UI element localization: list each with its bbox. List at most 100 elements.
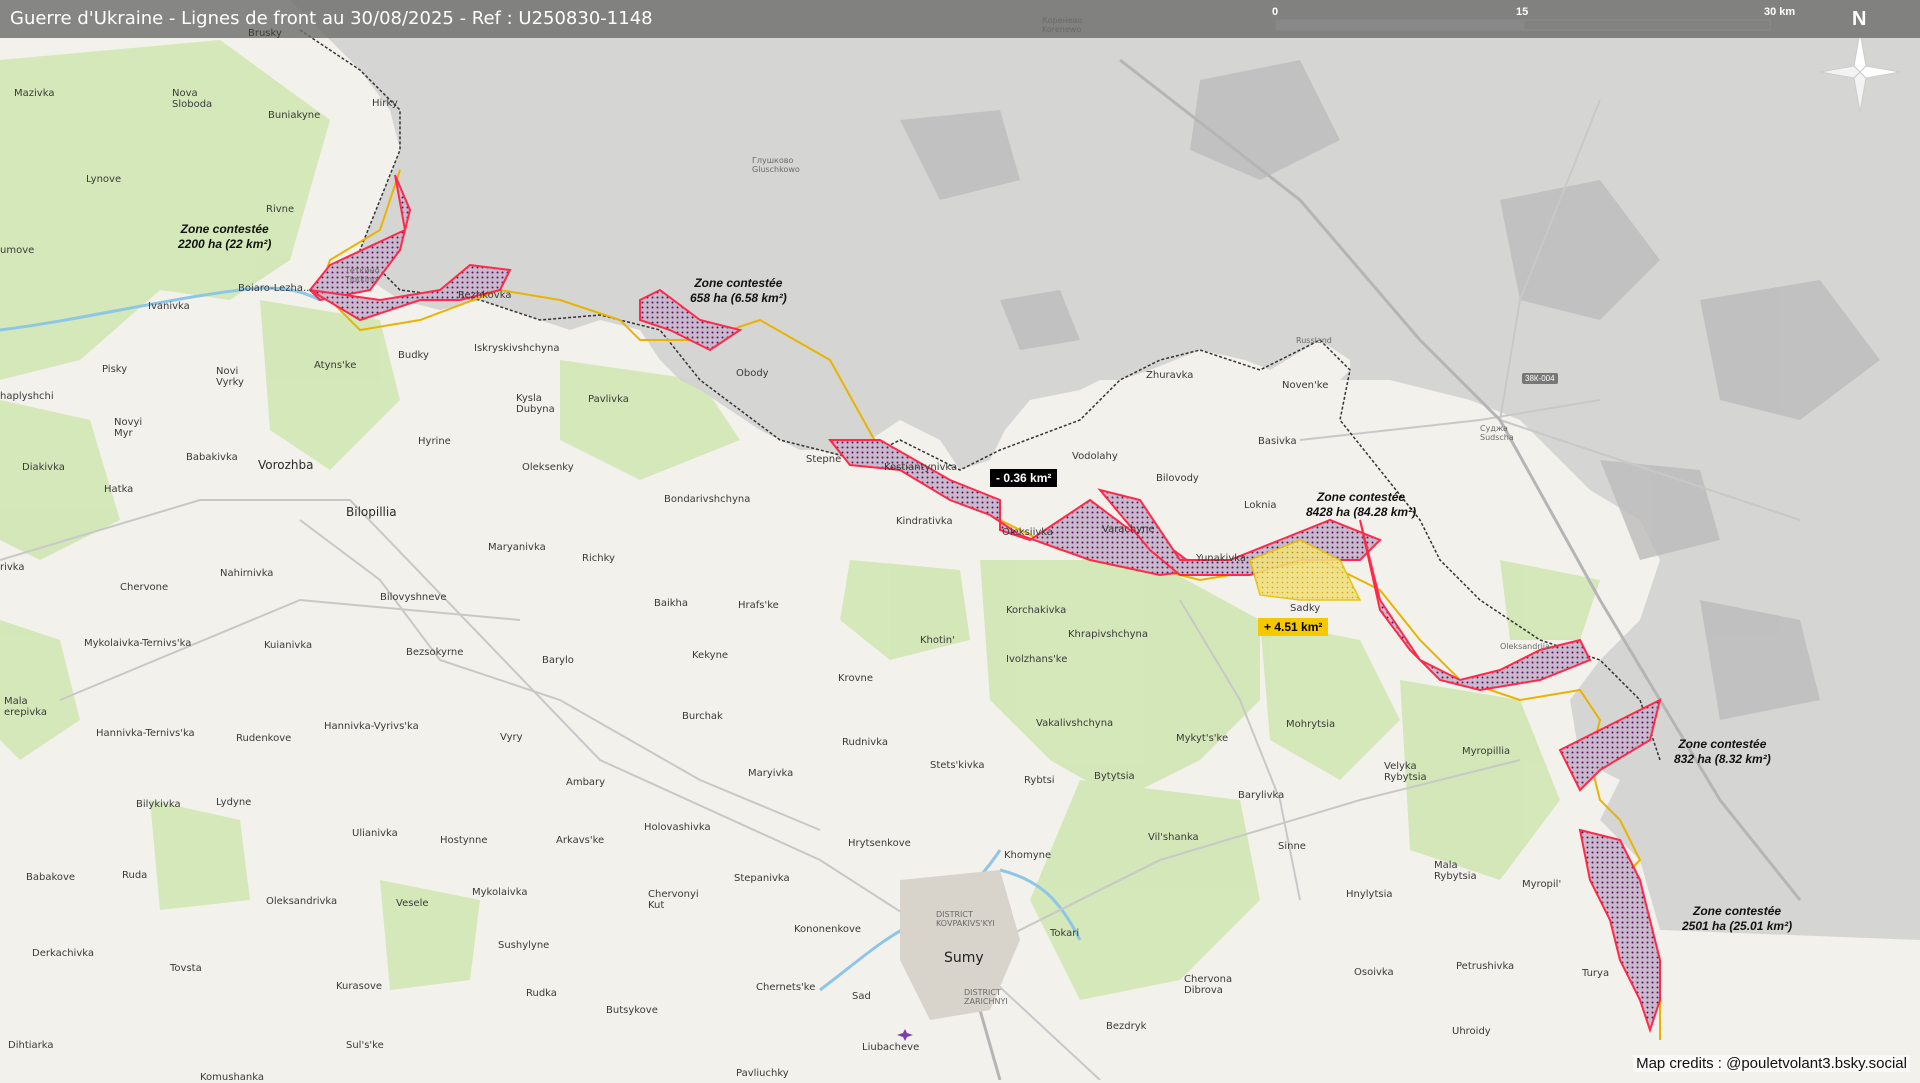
- place-mala-pereshchepivka: Mala erepivka: [4, 696, 47, 718]
- place-ivolzhans-ke: Ivolzhans'ke: [1006, 654, 1068, 665]
- place-hannivka-ternivs-ka: Hannivka-Ternivs'ka: [96, 728, 195, 739]
- place-rivka: rivka: [0, 562, 25, 573]
- place-korchakivka: Korchakivka: [1006, 605, 1067, 616]
- place-atyns-ke: Atyns'ke: [314, 360, 357, 371]
- title-bar: Guerre d'Ukraine - Lignes de front au 30…: [0, 0, 1920, 38]
- place-hlushkovo: Глушково Gluschkowo: [752, 156, 800, 174]
- zone-label-4: Zone contestée 832 ha (8.32 km²): [1674, 737, 1771, 767]
- place-oleksiivka: Oleksiivka: [1002, 527, 1054, 538]
- place-iskryskivshchyna: Iskryskivshchyna: [474, 343, 560, 354]
- place-baikha: Baikha: [654, 598, 689, 609]
- place-rozhkovka: Rezhkovka: [458, 290, 512, 301]
- map-title: Guerre d'Ukraine - Lignes de front au 30…: [10, 8, 653, 29]
- place-district-kovpakivs-kyi: DISTRICT KOVPAKIVS'KYI: [936, 910, 995, 928]
- place-velyka-rybytsia: Velyka Rybytsia: [1384, 761, 1427, 783]
- place-chervona-dibrova: Chervona Dibrova: [1184, 974, 1233, 996]
- place-basivka: Basivka: [1258, 436, 1297, 447]
- place-turya: Turya: [1582, 968, 1610, 979]
- place-derkachivka: Derkachivka: [32, 948, 94, 959]
- place-varachyne: Varachyne: [1102, 524, 1155, 535]
- place-rudenkove: Rudenkove: [236, 733, 292, 744]
- place-burchak: Burchak: [682, 711, 723, 722]
- place-russland: Russland: [1296, 336, 1332, 345]
- place-brusky: Brusky: [248, 28, 282, 39]
- place-mykolaivka-ternivs-ka: Mykolaivka-Ternivs'ka: [84, 638, 192, 649]
- scale-label-30: 30 km: [1764, 6, 1796, 18]
- place-oleksenky: Oleksenky: [522, 462, 574, 473]
- place-vodolahy: Vodolahy: [1072, 451, 1118, 462]
- place-bilykivka: Bilykivka: [136, 799, 181, 810]
- place-bondarivshchyna: Bondarivshchyna: [664, 494, 751, 505]
- place-hirky: Hirky: [372, 98, 398, 109]
- place-khomyne: Khomyne: [1004, 850, 1052, 861]
- place-maryanivka: Maryanivka: [488, 542, 546, 553]
- zone-area: 8428 ha (84.28 km²): [1306, 505, 1417, 519]
- place-petrushivka: Petrushivka: [1456, 961, 1515, 972]
- place-rybtsi: Rybtsi: [1024, 775, 1055, 786]
- zone-title: Zone contestée: [180, 222, 269, 236]
- place-kurasove: Kurasove: [336, 981, 383, 992]
- place-bilopillia: Bilopillia: [346, 505, 397, 519]
- place-kononenkove: Kononenkove: [794, 924, 862, 935]
- place-novens-ke: Noven'ke: [1282, 380, 1329, 391]
- place-ivanivka: Ivanivka: [148, 301, 190, 312]
- zone-label-3: Zone contestée 8428 ha (84.28 km²): [1306, 490, 1416, 520]
- zone-title: Zone contestée: [1317, 490, 1406, 504]
- place-yunakivka: Yunakivka: [1196, 553, 1246, 564]
- zone-area: 2200 ha (22 km²): [178, 237, 272, 251]
- place-khotin: Khotin': [920, 635, 955, 646]
- place-ulianivka: Ulianivka: [352, 828, 398, 839]
- place-mykyt-s-ke: Mykyt's'ke: [1176, 733, 1229, 744]
- place-maryivka: Maryivka: [748, 768, 794, 779]
- place-tokari: Tokari: [1050, 928, 1080, 939]
- place-hyrine: Hyrine: [418, 436, 451, 447]
- zone-title: Zone contestée: [1678, 737, 1767, 751]
- place-stepne: Stepne: [806, 454, 842, 465]
- place-sinne: Sinne: [1278, 841, 1306, 852]
- zone-label-2: Zone contestée 658 ha (6.58 km²): [690, 276, 787, 306]
- place-hrafs-ke: Hrafs'ke: [738, 600, 779, 611]
- place-richky: Richky: [582, 553, 615, 564]
- place-arkavs-ke: Arkavs'ke: [556, 835, 605, 846]
- place-sudzha: Суджа Sudscha: [1480, 424, 1514, 442]
- place-bilovyshneve: Bilovyshneve: [380, 592, 447, 603]
- place-butsykove: Butsykove: [606, 1005, 658, 1016]
- scale-label-15: 15: [1516, 6, 1529, 18]
- place-lydyne: Lydyne: [216, 797, 252, 808]
- place-loknia: Loknia: [1244, 500, 1277, 511]
- place-mala-rybytsia: Mala Rybytsia: [1434, 860, 1477, 882]
- place-mohrytsia: Mohrytsia: [1286, 719, 1336, 730]
- place-chernets-ke: Chernets'ke: [756, 982, 816, 993]
- place-pavlivka: Pavlivka: [588, 394, 629, 405]
- place-dihtiarka: Dihtiarka: [8, 1040, 54, 1051]
- place-vyry: Vyry: [500, 732, 523, 743]
- place-hannivka-vyrivs-ka: Hannivka-Vyrivs'ka: [324, 721, 419, 732]
- place-boiaro-lezhachi: Boiaro-Lezha...: [238, 283, 313, 294]
- place-kekyne: Kekyne: [692, 650, 729, 661]
- zone-title: Zone contestée: [1693, 904, 1782, 918]
- loss-badge: - 0.36 km²: [990, 469, 1058, 487]
- north-label: N: [1852, 8, 1867, 30]
- place-novyi-myr: Novyi Myr: [114, 417, 143, 439]
- place-krovne: Krovne: [838, 673, 873, 684]
- place-ruda: Ruda: [122, 870, 148, 881]
- zone-area: 658 ha (6.58 km²): [690, 291, 787, 305]
- place-myropil-s-ke: Myropil': [1522, 879, 1562, 890]
- place-myropillia: Myropillia: [1462, 746, 1511, 757]
- place-hrytsenkove: Hrytsenkove: [848, 838, 911, 849]
- map-credits: Map credits : @pouletvolant3.bsky.social: [1633, 1055, 1910, 1072]
- place-district-zarichnyi: DISTRICT ZARICHNYI: [964, 988, 1008, 1006]
- place-hnylytsia: Hnylytsia: [1346, 889, 1393, 900]
- place-bilovody: Bilovody: [1156, 473, 1199, 484]
- zone-title: Zone contestée: [694, 276, 783, 290]
- place-nova-sloboda: Nova Sloboda: [172, 88, 213, 110]
- zone-area: 2501 ha (25.01 km²): [1682, 919, 1793, 933]
- place-lynove: Lynove: [86, 174, 122, 185]
- gain-badge: + 4.51 km²: [1258, 618, 1329, 636]
- place-sumy: Sumy: [944, 950, 984, 966]
- road-number-badge: 38К-004: [1522, 373, 1558, 384]
- place-obody: Obody: [736, 368, 769, 379]
- place-novi-vyrky: Novi Vyrky: [216, 366, 244, 388]
- place-barylivka: Barylivka: [1238, 790, 1285, 801]
- place-pisky: Pisky: [102, 364, 128, 375]
